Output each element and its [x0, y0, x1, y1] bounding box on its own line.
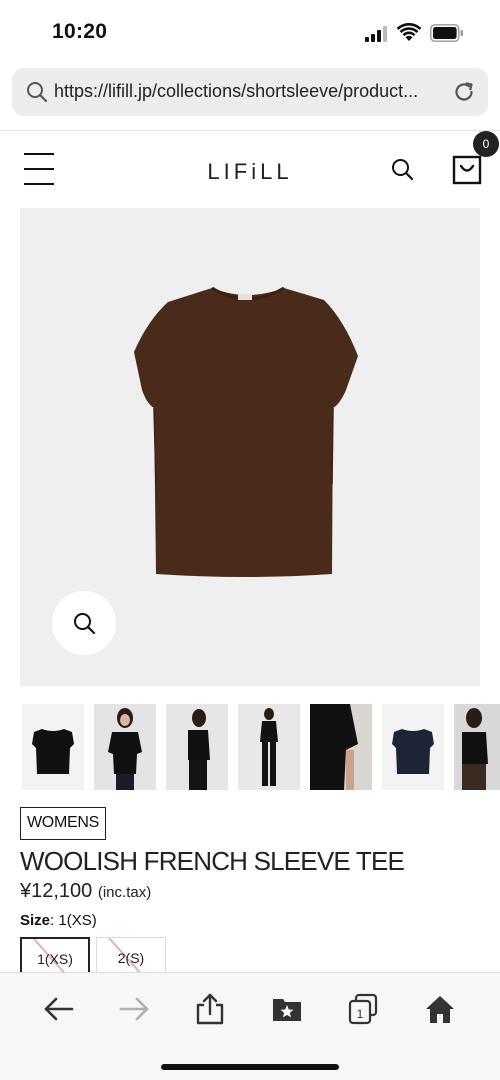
size-option-1xs[interactable]: 1(XS) [20, 937, 90, 975]
size-option-label: 1(XS) [37, 951, 73, 967]
thumbnail-model-side[interactable] [166, 704, 228, 790]
thumbnail-black-tee-flat[interactable] [22, 704, 84, 790]
thumbnail-model-full[interactable] [238, 704, 300, 790]
site-logo[interactable]: LIFiLL [0, 159, 500, 185]
thumbnail-model-partial[interactable] [454, 704, 500, 790]
thumbnail-navy-tee-flat[interactable] [382, 704, 444, 790]
product-title: WOOLISH FRENCH SLEEVE TEE [20, 846, 405, 876]
thumbnail-strip [22, 704, 500, 792]
cart-count-badge: 0 [473, 131, 499, 157]
size-selection-label: Size: 1(XS) [20, 912, 97, 929]
wifi-icon [397, 23, 421, 41]
zoom-button[interactable] [52, 591, 116, 655]
price-value: ¥12,100 [20, 880, 93, 902]
status-time: 10:20 [52, 20, 108, 43]
svg-text:1: 1 [357, 1007, 364, 1021]
status-bar: 10:20 [0, 0, 500, 64]
home-icon[interactable] [424, 993, 456, 1025]
search-icon [27, 82, 48, 103]
address-bar[interactable]: https://lifill.jp/collections/shortsleev… [12, 68, 488, 116]
size-option-label: 2(S) [117, 950, 145, 966]
thumbnail-model-front[interactable] [94, 704, 156, 790]
product-tee-image [134, 286, 358, 577]
reload-icon[interactable] [452, 80, 476, 104]
product-main-image[interactable] [20, 208, 480, 686]
thumbnail-model-sleeve-closeup[interactable] [310, 704, 372, 790]
battery-icon [430, 24, 463, 42]
back-arrow-icon[interactable] [42, 993, 74, 1025]
site-header: LIFiLL [0, 131, 500, 206]
tabs-icon[interactable]: 1 [347, 993, 379, 1025]
share-icon[interactable] [194, 993, 226, 1025]
home-indicator[interactable] [161, 1064, 339, 1070]
url-text[interactable]: https://lifill.jp/collections/shortsleev… [54, 81, 449, 102]
forward-arrow-icon[interactable] [119, 993, 151, 1025]
size-value: : 1(XS) [50, 912, 97, 929]
size-option-2s[interactable]: 2(S) [96, 937, 166, 975]
tax-note: (inc.tax) [97, 884, 152, 901]
size-label: Size [20, 912, 51, 929]
shopping-bag-icon[interactable] [452, 153, 482, 185]
bookmarks-icon[interactable] [271, 993, 303, 1025]
search-icon[interactable] [390, 157, 414, 181]
category-tag[interactable]: WOMENS [20, 807, 106, 840]
magnifier-icon [74, 613, 96, 635]
product-price: ¥12,100 (inc.tax) [20, 880, 151, 903]
cellular-signal-icon [365, 26, 387, 42]
